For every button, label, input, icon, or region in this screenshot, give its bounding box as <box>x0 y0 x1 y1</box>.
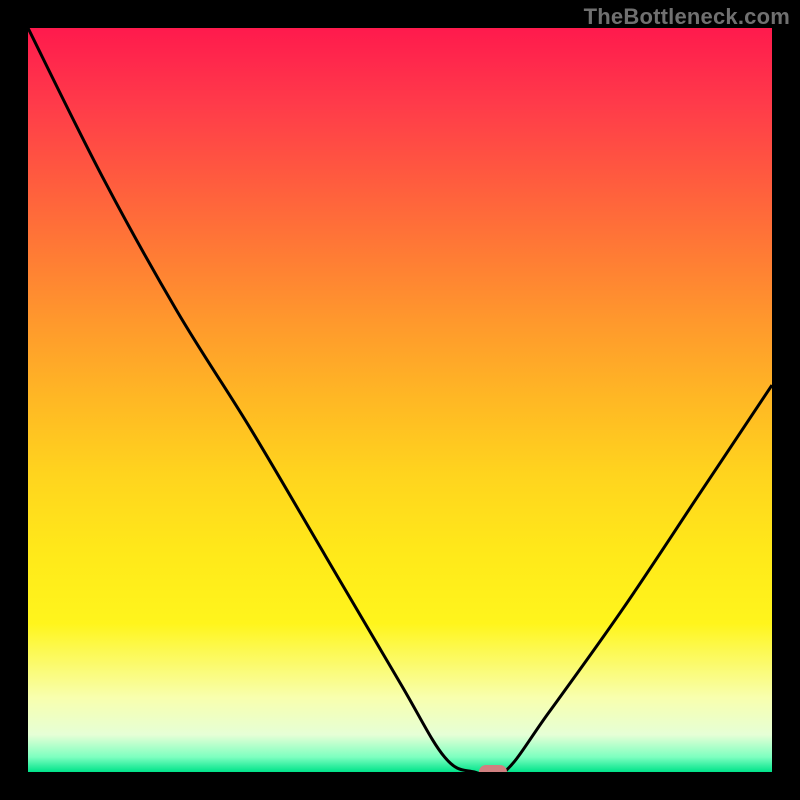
optimal-marker <box>479 765 507 772</box>
bottleneck-curve <box>28 28 772 772</box>
plot-area <box>28 28 772 772</box>
chart-svg <box>28 28 772 772</box>
bottleneck-chart: TheBottleneck.com <box>0 0 800 800</box>
watermark-text: TheBottleneck.com <box>584 4 790 30</box>
